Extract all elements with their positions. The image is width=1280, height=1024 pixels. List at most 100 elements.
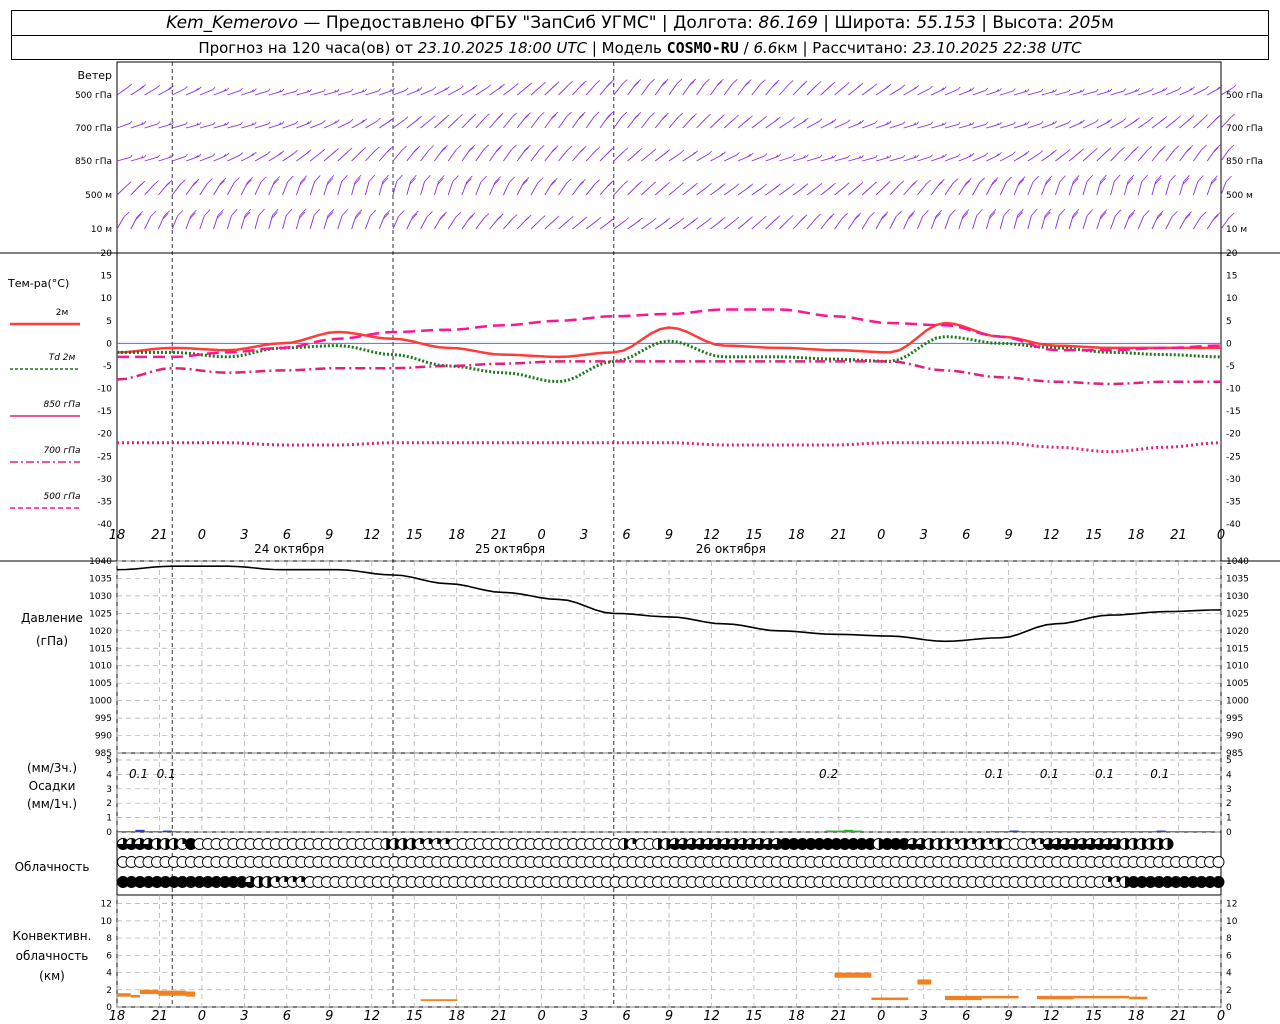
temp-legend-label: 2м — [56, 308, 69, 318]
wind-barb-feather — [1109, 88, 1113, 92]
convective-cloud-bar — [917, 979, 932, 985]
wind-barb — [834, 217, 844, 230]
precip-bar — [991, 831, 1001, 832]
precip-bar — [843, 829, 853, 832]
conv-title-3: (км) — [39, 969, 65, 983]
wind-barb — [1165, 216, 1173, 230]
wind-barb-feather — [689, 115, 695, 121]
wind-barb-feather — [1013, 88, 1016, 92]
wind-barb — [199, 183, 208, 196]
temp-tick-label-left: -5 — [103, 362, 112, 372]
wind-barb — [696, 186, 709, 196]
time-tick-label-bottom: 12 — [703, 1009, 720, 1024]
time-tick-label: 15 — [406, 528, 423, 543]
wind-barb — [862, 156, 876, 162]
wind-barb-feather — [254, 121, 257, 125]
wind-barb-feather — [635, 149, 641, 155]
wind-barb-feather — [895, 210, 902, 217]
wind-barb-feather — [633, 81, 640, 87]
wind-barb-feather — [1215, 144, 1221, 150]
wind-barb-feather — [1143, 210, 1150, 217]
wind-barb — [364, 215, 371, 230]
wind-barb-feather — [266, 151, 271, 155]
wind-barb-feather — [744, 81, 750, 87]
wind-level-label: 700 гПа — [75, 124, 112, 134]
wind-barb-feather — [708, 150, 712, 155]
wind-barb — [1137, 215, 1145, 230]
wind-barb — [254, 153, 268, 162]
wind-barb — [392, 149, 403, 162]
wind-barb — [972, 215, 978, 230]
wind-barb-feather — [1214, 212, 1221, 218]
wind-barb — [1027, 90, 1042, 96]
wind-barb-feather — [541, 81, 546, 87]
pressure-tick-label-left: 995 — [95, 714, 112, 724]
wind-barb-feather — [944, 153, 947, 157]
convective-cloud-bar — [420, 999, 458, 1001]
wind-barb-feather — [295, 88, 299, 92]
time-tick-label: 6 — [962, 528, 970, 543]
wind-barb — [1165, 89, 1179, 96]
wind-barb — [917, 123, 931, 129]
wind-barb-feather — [540, 215, 546, 220]
wind-barb-feather — [368, 174, 376, 182]
wind-barb — [365, 120, 378, 129]
wind-barb-feather — [487, 84, 492, 88]
wind-barb-feather — [126, 181, 132, 186]
time-tick-label: 6 — [283, 528, 291, 543]
wind-barb-feather — [1054, 120, 1058, 124]
wind-barb — [116, 122, 131, 129]
wind-barb — [889, 156, 904, 162]
wind-barb — [323, 90, 338, 96]
wind-barb-feather — [790, 183, 795, 188]
time-tick-label-bottom: 12 — [363, 1009, 380, 1024]
wind-barb-feather — [405, 87, 409, 91]
wind-barb-feather — [212, 121, 216, 125]
wind-barb — [613, 151, 625, 162]
time-tick-label: 3 — [580, 528, 588, 543]
wind-barb-feather — [313, 208, 321, 216]
wind-barb-feather — [829, 213, 835, 219]
time-tick-label: 12 — [1043, 528, 1060, 543]
wind-barb-feather — [881, 213, 887, 220]
time-tick-label-bottom: 0 — [537, 1009, 545, 1024]
wind-barb — [1110, 181, 1115, 196]
precip-bar — [1027, 831, 1037, 832]
wind-barb-feather — [240, 121, 243, 125]
temp-tick-label-left: 15 — [101, 272, 112, 282]
precip-bar — [1129, 831, 1139, 832]
wind-barb — [641, 151, 653, 162]
time-tick-label-bottom: 18 — [788, 1009, 805, 1024]
wind-barb-feather — [677, 112, 683, 118]
wind-barb — [1055, 152, 1067, 162]
wind-barb — [1193, 118, 1204, 129]
wind-barb-feather — [661, 81, 667, 87]
wind-barb-feather — [952, 178, 959, 184]
wind-barb-feather — [828, 83, 834, 88]
temp-tick-label-right: 5 — [1226, 317, 1232, 327]
temp-series-line — [117, 308, 1222, 359]
wind-barb — [268, 215, 273, 230]
wind-barb-feather — [1192, 86, 1196, 90]
wind-barb — [958, 123, 973, 129]
wind-barb-feather — [707, 217, 712, 221]
wind-barb — [337, 90, 352, 96]
wind-barb-feather — [138, 183, 144, 188]
precip-bar — [1046, 831, 1056, 832]
wind-barb-feather — [184, 85, 188, 90]
wind-barb — [282, 152, 295, 162]
wind-barb-feather — [635, 112, 642, 118]
precip-amount-label: 0.1 — [157, 767, 176, 781]
wind-barb — [1041, 215, 1046, 230]
wind-barb — [1096, 90, 1111, 96]
temp-tick-label-right: 10 — [1226, 294, 1238, 304]
wind-barb-feather — [483, 213, 490, 219]
wind-barb-feather — [226, 121, 230, 125]
wind-barb-feather — [1137, 88, 1140, 91]
wind-barb-feather — [608, 218, 613, 223]
wind-barb — [972, 89, 986, 96]
wind-barb — [1069, 90, 1083, 96]
wind-barb — [144, 216, 152, 230]
pressure-tick-label-left: 1015 — [89, 644, 112, 654]
precip-bar — [172, 831, 182, 832]
